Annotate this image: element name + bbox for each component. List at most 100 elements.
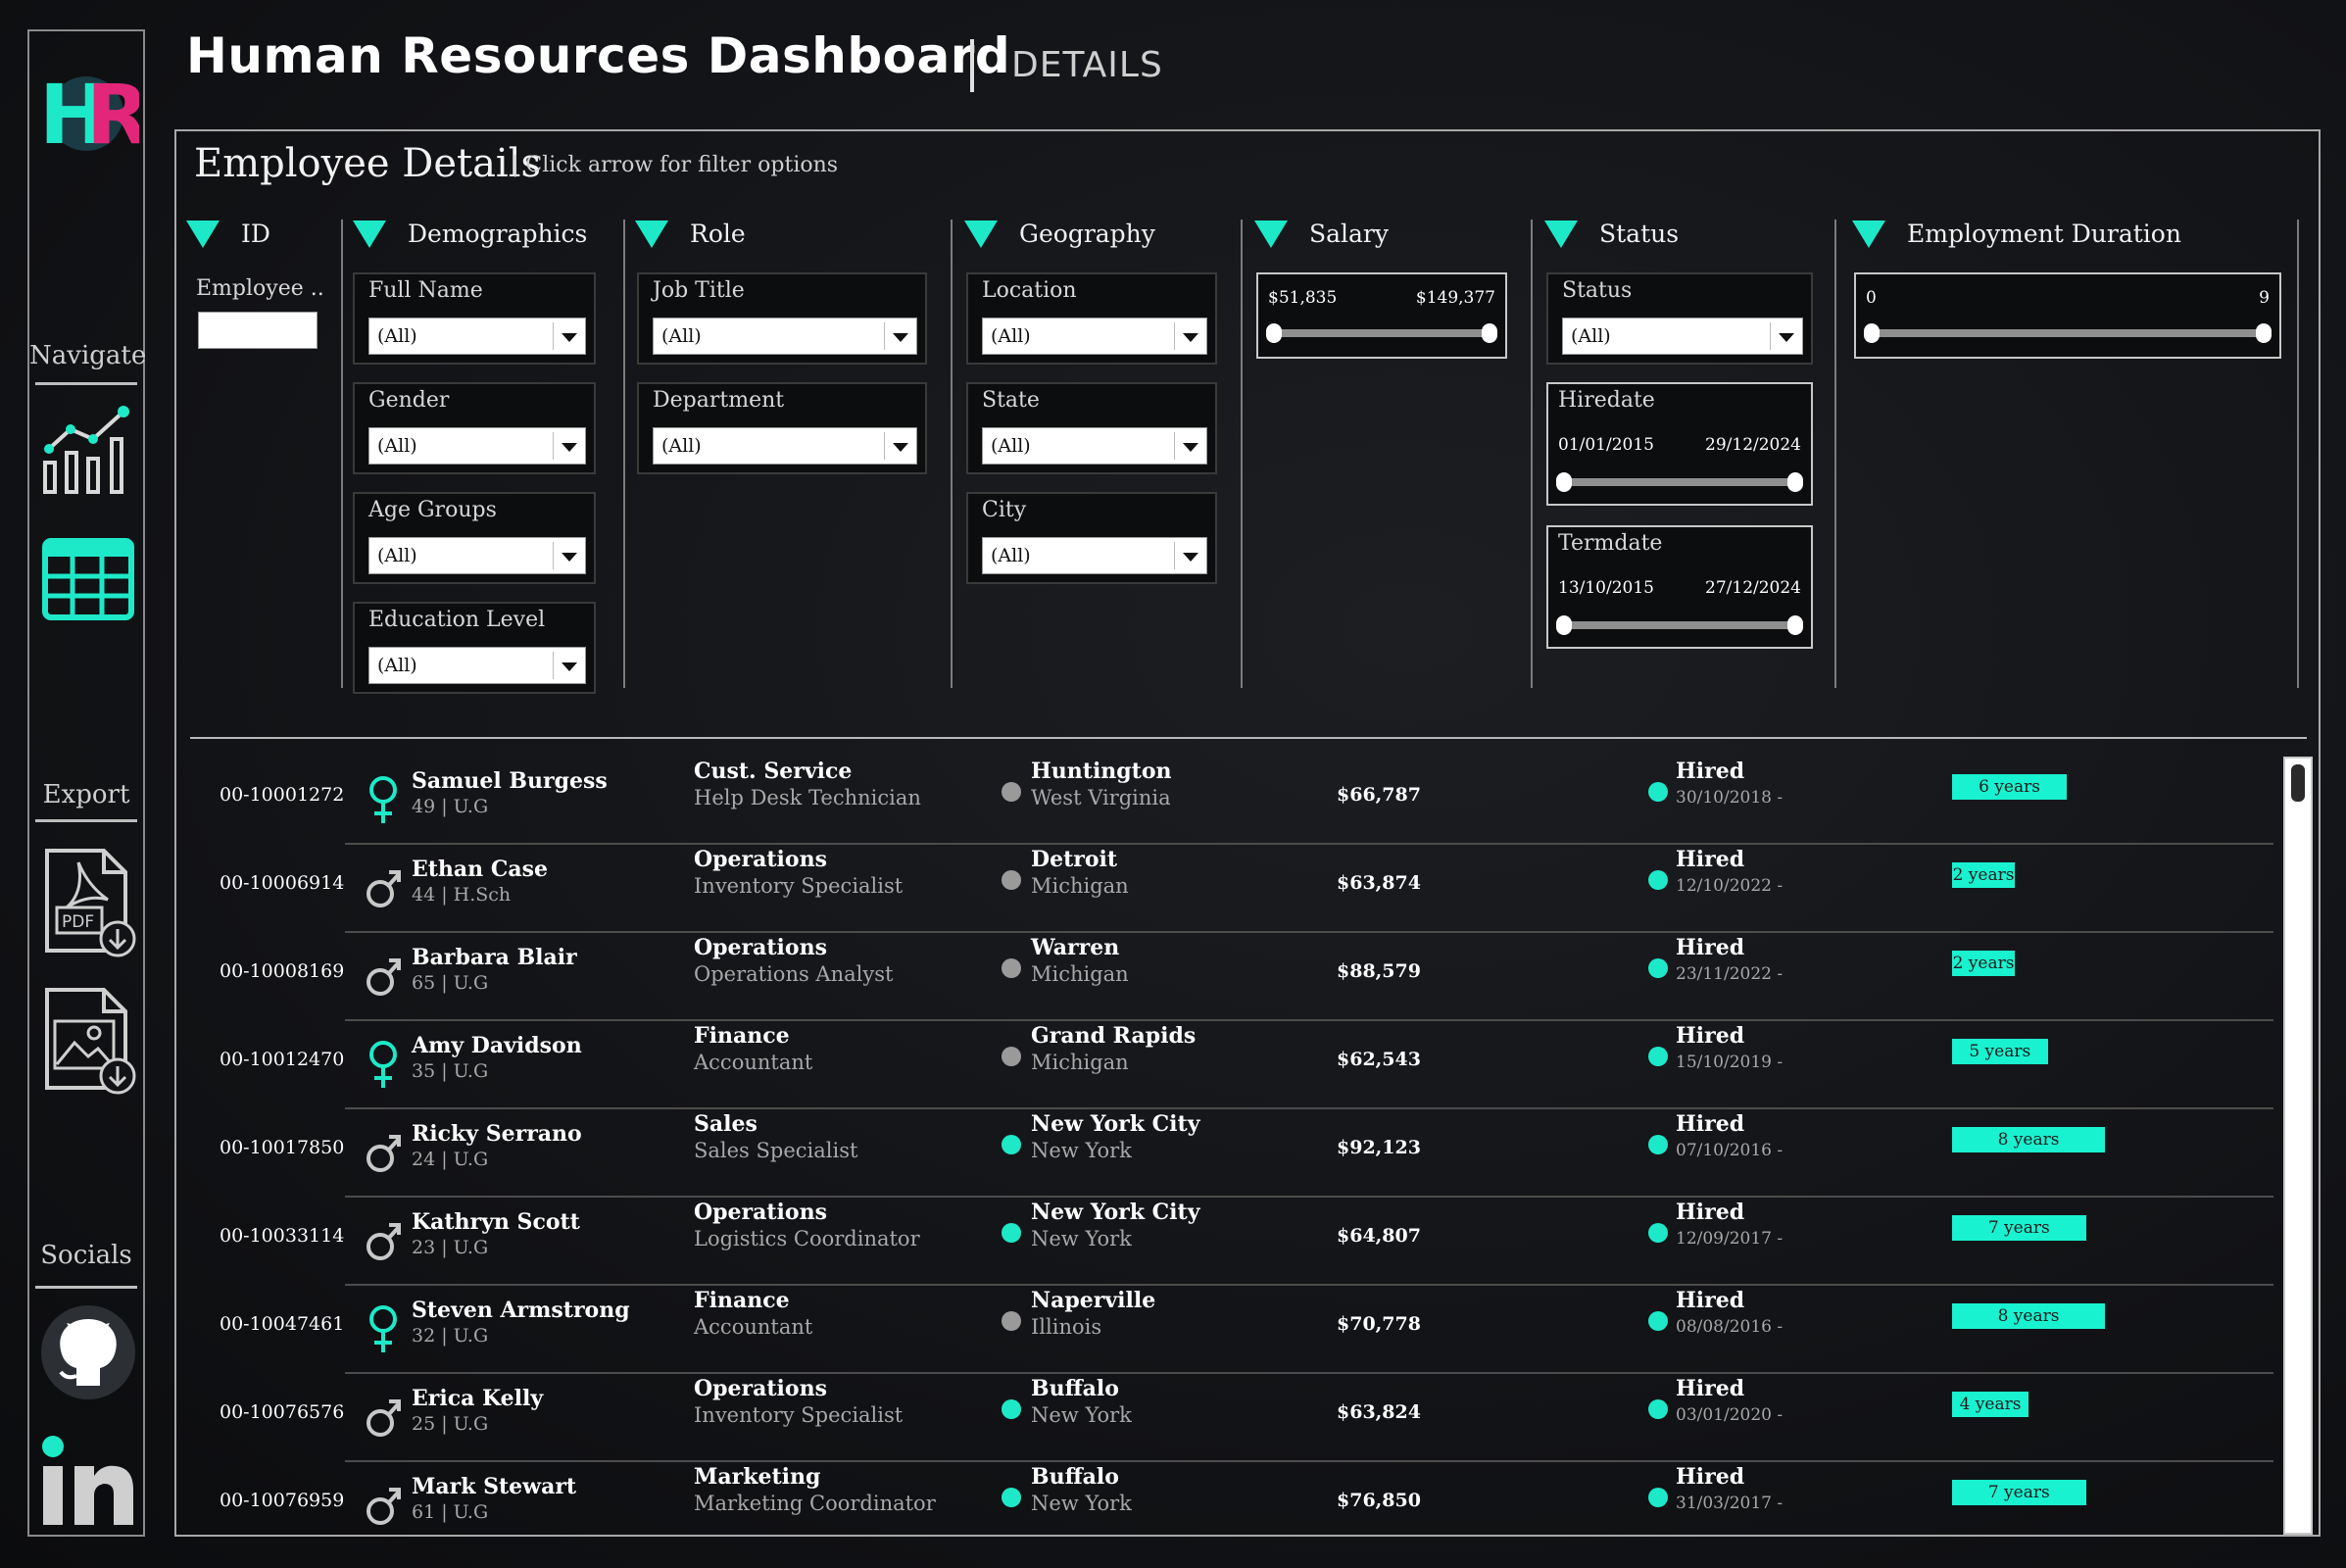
scrollbar-thumb[interactable] (2291, 764, 2305, 802)
slider-max-handle[interactable] (2256, 323, 2272, 343)
employee-age-education: 35 | U.G (412, 1060, 489, 1082)
duration-bar: 8 years (1952, 1127, 2105, 1152)
table-row[interactable]: 00-10006914 Ethan Case 44 | H.Sch Operation… (176, 845, 2273, 933)
location-label: Location (982, 278, 1077, 303)
male-symbol-icon (365, 860, 402, 915)
dropdown-value: (All) (377, 435, 417, 457)
employee-department: Marketing (694, 1464, 821, 1490)
employee-hire-date: 12/10/2022 - (1676, 876, 1784, 896)
employee-department: Finance (694, 1288, 790, 1313)
duration-bar: 4 years (1952, 1392, 2028, 1417)
table-row[interactable]: 00-10017850 Ricky Serrano 24 | U.G Sales Sal… (176, 1109, 2273, 1198)
table-row[interactable]: 00-10047461 Steven Armstrong 32 | U.G Finan… (176, 1286, 2273, 1374)
male-symbol-icon (365, 1125, 402, 1180)
employee-age-education: 44 | H.Sch (412, 884, 512, 906)
svg-text:R: R (86, 67, 139, 157)
filter-toggle-arrow-icon[interactable] (1544, 220, 1578, 248)
state-dropdown[interactable]: (All) (982, 427, 1207, 465)
gender-dropdown[interactable]: (All) (368, 427, 586, 465)
export-label: Export (42, 780, 130, 809)
job-title-label: Job Title (653, 278, 745, 303)
employee-age-education: 61 | U.G (412, 1501, 489, 1523)
employee-name: Ricky Serrano (412, 1121, 582, 1147)
slider-min-handle[interactable] (1266, 323, 1282, 343)
table-row[interactable]: 00-10008169 Barbara Blair 65 | U.G Operatio… (176, 933, 2273, 1021)
sidebar: H R Navigate Export PDF Socials (27, 29, 146, 1537)
linkedin-icon[interactable] (39, 1431, 137, 1529)
employee-hire-date: 03/01/2020 - (1676, 1405, 1784, 1425)
hiredate-max: 29/12/2024 (1705, 435, 1801, 455)
chart-icon[interactable] (39, 400, 137, 498)
filter-toggle-arrow-icon[interactable] (1254, 220, 1288, 248)
filter-divider (2297, 220, 2299, 688)
filter-group-demographics: Demographics Full Name (All) Gender (All… (341, 220, 625, 694)
termdate-min: 13/10/2015 (1558, 578, 1654, 598)
image-download-icon[interactable] (39, 980, 137, 1098)
filter-header-demographics: Demographics (408, 220, 588, 248)
hiredate-label: Hiredate (1558, 388, 1655, 413)
employee-hire-date: 30/10/2018 - (1676, 788, 1784, 808)
pdf-download-icon[interactable]: PDF (39, 843, 137, 960)
filter-header-salary: Salary (1309, 220, 1390, 248)
status-dot-icon (1648, 1047, 1668, 1066)
employee-job-title: Logistics Coordinator (694, 1227, 920, 1250)
table-row[interactable]: 00-10076959 Mark Stewart 61 | U.G Marketing… (176, 1462, 2273, 1535)
age-groups-dropdown[interactable]: (All) (368, 537, 586, 574)
education-level-dropdown[interactable]: (All) (368, 647, 586, 684)
employee-job-title: Operations Analyst (694, 962, 894, 986)
slider-max-handle[interactable] (1787, 615, 1803, 635)
hiredate-range-slider: Hiredate 01/01/2015 29/12/2024 (1546, 382, 1813, 506)
termdate-label: Termdate (1558, 531, 1663, 556)
employee-department: Operations (694, 847, 827, 872)
duration-bar: 7 years (1952, 1480, 2086, 1505)
location-dot-icon (1002, 1311, 1021, 1331)
department-dropdown[interactable]: (All) (653, 427, 917, 465)
chevron-down-icon (1183, 333, 1198, 342)
gender-filter: Gender (All) (353, 382, 596, 474)
table-row[interactable]: 00-10033114 Kathryn Scott 23 | U.G Operatio… (176, 1198, 2273, 1286)
dropdown-value: (All) (377, 655, 417, 676)
duration-range-slider: 0 9 (1854, 272, 2281, 359)
state-label: State (982, 388, 1040, 413)
table-row[interactable]: 00-10012470 Amy Davidson 35 | U.G Finance Ac… (176, 1021, 2273, 1109)
location-dot-icon (1002, 1399, 1021, 1419)
filter-header-role: Role (690, 220, 746, 248)
employee-hire-date: 15/10/2019 - (1676, 1053, 1784, 1072)
table-icon[interactable] (39, 529, 137, 627)
employee-id: 00-10012470 (220, 1049, 345, 1070)
table-row[interactable]: 00-10076576 Erica Kelly 25 | U.G Operations… (176, 1374, 2273, 1462)
table-row[interactable]: 00-10001272 Samuel Burgess 49 | U.G Cust. S… (176, 757, 2273, 845)
status-filter: Status (All) (1546, 272, 1813, 365)
table-scrollbar[interactable] (2283, 757, 2313, 1535)
employee-age-education: 25 | U.G (412, 1413, 489, 1435)
employee-name: Erica Kelly (412, 1386, 544, 1411)
full-name-dropdown[interactable]: (All) (368, 318, 586, 355)
slider-min-handle[interactable] (1556, 615, 1572, 635)
location-dot-icon (1002, 782, 1021, 802)
employee-status: Hired (1676, 1111, 1745, 1137)
filter-toggle-arrow-icon[interactable] (635, 220, 668, 248)
employee-city: Huntington (1031, 759, 1172, 784)
panel-title: Employee Details (194, 141, 542, 186)
slider-max-handle[interactable] (1787, 472, 1803, 492)
location-dropdown[interactable]: (All) (982, 318, 1207, 355)
filter-toggle-arrow-icon[interactable] (353, 220, 386, 248)
employee-id-input[interactable] (198, 312, 318, 349)
employee-age-education: 49 | U.G (412, 796, 489, 817)
filter-toggle-arrow-icon[interactable] (1852, 220, 1885, 248)
filter-header-duration: Employment Duration (1907, 220, 2181, 248)
city-dropdown[interactable]: (All) (982, 537, 1207, 574)
github-icon[interactable] (39, 1303, 137, 1401)
employee-name: Ethan Case (412, 857, 548, 882)
filter-toggle-arrow-icon[interactable] (186, 220, 220, 248)
employee-hire-date: 07/10/2016 - (1676, 1141, 1784, 1160)
status-dropdown[interactable]: (All) (1562, 318, 1803, 355)
slider-min-handle[interactable] (1864, 323, 1880, 343)
location-dot-icon (1002, 1223, 1021, 1243)
slider-max-handle[interactable] (1482, 323, 1497, 343)
job-title-dropdown[interactable]: (All) (653, 318, 917, 355)
slider-track (1562, 621, 1797, 629)
slider-min-handle[interactable] (1556, 472, 1572, 492)
filter-toggle-arrow-icon[interactable] (964, 220, 998, 248)
dropdown-value: (All) (991, 325, 1031, 347)
